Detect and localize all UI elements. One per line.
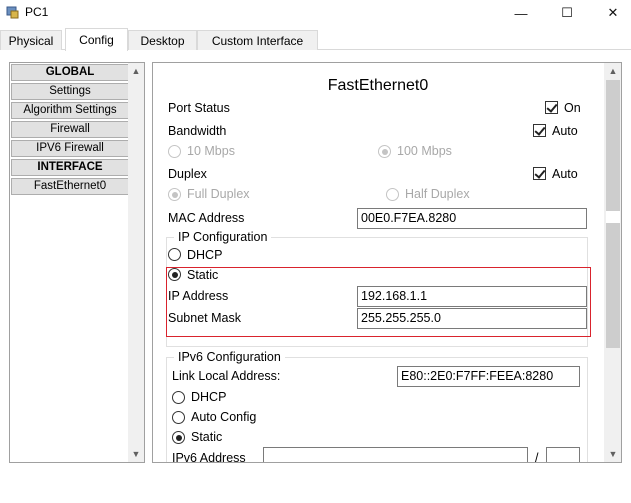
nav-item-ipv6-firewall[interactable]: IPV6 Firewall [11,140,129,157]
interface-settings-panel: FastEthernet0 Port Status On Bandwidth A… [152,62,622,463]
nav-item-settings[interactable]: Settings [11,83,129,100]
half-duplex-label: Half Duplex [405,187,470,201]
maximize-button[interactable]: ☐ [544,0,590,26]
tab-bar: Physical Config Desktop Custom Interface [0,28,631,51]
ipv6-auto-config-label: Auto Config [191,410,257,424]
ipv4-static-radio[interactable] [168,268,181,281]
scroll-down-icon[interactable]: ▼ [128,446,144,462]
bandwidth-auto-label: Auto [552,124,578,138]
close-icon: ✕ [607,5,619,20]
ipv6-configuration-caption: IPv6 Configuration [174,350,285,364]
duplex-auto-checkbox[interactable] [533,167,546,180]
bandwidth-100-radio[interactable] [378,145,391,158]
minimize-button[interactable]: — [498,0,544,26]
nav-header-global: GLOBAL [11,64,129,81]
mac-address-label: MAC Address [168,211,245,225]
bandwidth-100-label: 100 Mbps [397,144,452,158]
scroll-up-icon[interactable]: ▲ [605,63,621,79]
ipv6-prefix-field[interactable] [546,447,580,462]
maximize-icon: ☐ [561,5,573,20]
minimize-icon: — [514,5,528,21]
port-status-on-label: On [564,101,581,115]
tab-config[interactable]: Config [65,28,128,51]
ipv6-address-field[interactable] [263,447,528,462]
title-bar: PC1 — ☐ ✕ [0,0,631,26]
close-button[interactable]: ✕ [590,0,631,26]
settings-scrollbar[interactable]: ▲ ▼ [604,63,621,462]
ipv6-static-label: Static [191,430,223,444]
tab-custom-interface[interactable]: Custom Interface [197,30,318,50]
scroll-down-icon[interactable]: ▼ [605,446,621,462]
bandwidth-auto-checkbox[interactable] [533,124,546,137]
link-local-label: Link Local Address: [172,369,281,383]
tab-desktop[interactable]: Desktop [128,30,197,50]
panel-title: FastEthernet0 [327,77,429,94]
bandwidth-10-label: 10 Mbps [187,144,235,158]
ipv6-dhcp-label: DHCP [191,390,227,404]
nav-item-fastethernet0[interactable]: FastEthernet0 [11,178,129,195]
port-status-label: Port Status [168,101,230,115]
ipv4-static-label: Static [187,268,219,282]
duplex-auto-label: Auto [552,167,578,181]
ipv6-dhcp-radio[interactable] [172,391,185,404]
scroll-up-icon[interactable]: ▲ [128,63,144,79]
pc-app-icon [6,6,19,19]
bandwidth-10-radio[interactable] [168,145,181,158]
full-duplex-radio[interactable] [168,188,181,201]
ip-address-label: IP Address [168,289,229,303]
port-status-checkbox[interactable] [545,101,558,114]
subnet-mask-field[interactable]: 255.255.255.0 [357,308,587,329]
ipv6-prefix-separator: / [535,451,539,463]
bandwidth-label: Bandwidth [168,124,227,138]
nav-item-algorithm-settings[interactable]: Algorithm Settings [11,102,129,119]
ip-configuration-caption: IP Configuration [174,230,272,244]
ipv6-static-radio[interactable] [172,431,185,444]
link-local-field[interactable]: E80::2E0:F7FF:FEEA:8280 [397,366,580,387]
ip-address-field[interactable]: 192.168.1.1 [357,286,587,307]
mac-address-field[interactable]: 00E0.F7EA.8280 [357,208,587,229]
ipv4-dhcp-label: DHCP [187,248,223,262]
ipv4-dhcp-radio[interactable] [168,248,181,261]
ipv6-address-label: IPv6 Address [172,451,246,463]
full-duplex-label: Full Duplex [187,187,250,201]
nav-item-firewall[interactable]: Firewall [11,121,129,138]
scrollbar-grip [606,211,620,223]
tab-physical[interactable]: Physical [0,30,62,50]
subnet-mask-label: Subnet Mask [168,311,241,325]
config-nav-panel: GLOBAL Settings Algorithm Settings Firew… [9,62,145,463]
duplex-label: Duplex [168,167,207,181]
window-title: PC1 [25,5,49,19]
nav-scrollbar[interactable]: ▲ ▼ [128,63,144,462]
ipv6-auto-config-radio[interactable] [172,411,185,424]
half-duplex-radio[interactable] [386,188,399,201]
nav-header-interface: INTERFACE [11,159,129,176]
